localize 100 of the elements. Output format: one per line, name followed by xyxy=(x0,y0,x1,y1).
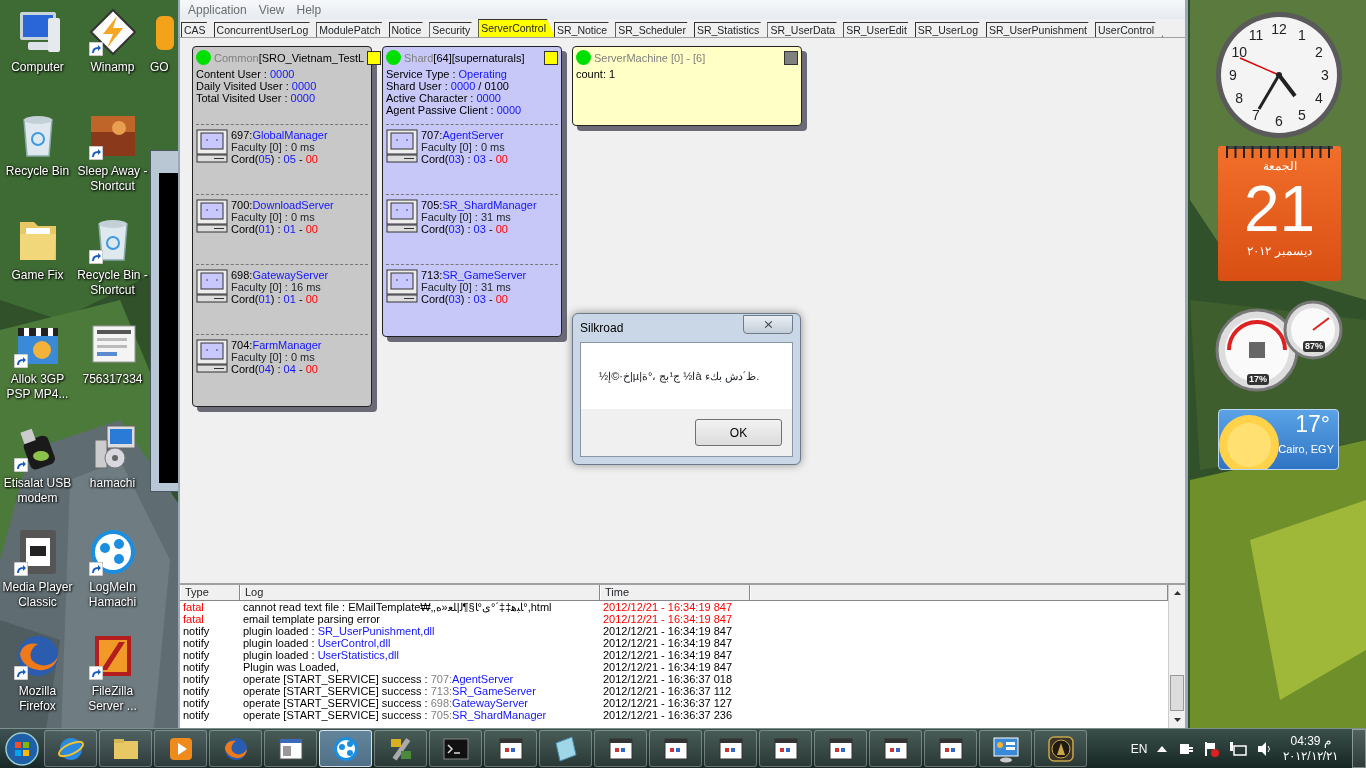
city-name: Cairo, EGY xyxy=(1278,442,1334,456)
clock-numeral: 7 xyxy=(1252,106,1260,123)
icon-label[interactable]: Etisalat USB modem xyxy=(0,476,75,506)
cord-line: Cord(04) : 04 - 00 xyxy=(231,363,319,375)
log-time: 2012/12/21 - 16:34:19 847 xyxy=(602,637,734,649)
icon-label[interactable]: hamachi xyxy=(75,476,150,491)
icon-label[interactable]: Sleep Away - Shortcut xyxy=(75,164,150,194)
log-time: 2012/12/21 - 16:34:19 847 xyxy=(602,625,734,637)
stat-line: Daily Visited User : 0000 xyxy=(196,80,318,92)
close-button[interactable]: ⨯ xyxy=(743,314,793,334)
clock-numeral: 4 xyxy=(1314,90,1323,106)
icon-label[interactable]: Computer xyxy=(0,60,75,75)
log-time: 2012/12/21 - 16:36:37 018 xyxy=(602,673,734,685)
icon-label[interactable]: 756317334 xyxy=(75,372,150,387)
clock-numeral: 6 xyxy=(1275,113,1283,129)
panel-title: Common[SRO_Vietnam_TestL xyxy=(214,51,365,64)
tab[interactable]: UserControl xyxy=(1095,22,1164,37)
log-type: notify xyxy=(182,661,211,673)
server-name: 707:AgentServer xyxy=(421,129,505,141)
icon-label[interactable]: Recycle Bin xyxy=(0,164,75,179)
column-header[interactable]: Time xyxy=(600,585,750,600)
stat-line: Shard User : 0000 / 0100 xyxy=(386,80,510,92)
column-header[interactable]: Log xyxy=(240,585,600,600)
log-message: plugin loaded : SR_UserPunishment,dll xyxy=(242,625,436,637)
server-name: 704:FarmManager xyxy=(231,339,322,351)
log-message: operate [START_SERVICE] success : 713:SR_GameServer xyxy=(242,685,537,697)
log-message: email template parsing error xyxy=(242,613,381,625)
clock-numeral: 3 xyxy=(1321,67,1329,83)
log-type: fatal xyxy=(182,613,205,625)
faculty-line: Faculty [0] : 31 ms xyxy=(421,281,512,293)
column-header[interactable]: Type xyxy=(180,585,240,600)
stat-line: Service Type : Operating xyxy=(386,68,508,80)
icon-label[interactable]: Media Player Classic xyxy=(0,580,75,610)
server-name: 713:SR_GameServer xyxy=(421,269,527,281)
clock-numeral: 12 xyxy=(1271,21,1287,37)
tab[interactable]: SR_Statistics xyxy=(693,22,769,37)
faculty-line: Faculty [0] : 0 ms xyxy=(231,351,316,363)
tab[interactable]: SR_UserData xyxy=(767,22,845,37)
tab[interactable]: Security xyxy=(429,22,480,37)
cord-line: Cord(03) : 03 - 00 xyxy=(421,153,508,165)
server-name: 697:GlobalManager xyxy=(231,129,328,141)
log-type: notify xyxy=(182,637,211,649)
log-type: notify xyxy=(182,649,211,661)
faculty-line: Faculty [0] : 0 ms xyxy=(231,211,316,223)
icon-label[interactable]: Game Fix xyxy=(0,268,75,283)
log-type: notify xyxy=(182,697,211,709)
clock-numeral: 11 xyxy=(1248,27,1264,44)
log-type: notify xyxy=(182,709,211,721)
clock-numeral: 9 xyxy=(1229,67,1237,83)
log-message: operate [START_SERVICE] success : 707:AgentServer xyxy=(242,673,515,685)
clock-numeral: 10 xyxy=(1231,44,1247,60)
icon-label[interactable]: LogMeIn Hamachi xyxy=(75,580,150,610)
clock-numeral: 1 xyxy=(1298,27,1306,44)
tab[interactable]: ConcurrentUserLog xyxy=(213,22,318,37)
tab[interactable]: SR_Notice xyxy=(554,22,617,37)
stat-line: count: 1 xyxy=(576,68,617,80)
log-time: 2012/12/21 - 16:34:19 847 xyxy=(602,601,734,613)
log-time: 2012/12/21 - 16:36:37 127 xyxy=(602,697,734,709)
ok-button[interactable]: OK xyxy=(695,419,782,446)
clock-date[interactable]: ٢٠١٢/١٢/٢١ xyxy=(1283,748,1338,764)
panel-title: Shard[64][supernaturals] xyxy=(404,51,526,64)
tab[interactable]: Notice xyxy=(388,22,431,37)
language-indicator[interactable]: EN xyxy=(1130,739,1148,758)
log-time: 2012/12/21 - 16:34:19 847 xyxy=(602,661,734,673)
faculty-line: Faculty [0] : 0 ms xyxy=(231,141,316,153)
log-message: plugin loaded : UserStatistics,dll xyxy=(242,649,400,661)
faculty-line: Faculty [0] : 16 ms xyxy=(231,281,322,293)
menu-item[interactable]: Application xyxy=(184,0,255,19)
clock-time[interactable]: 04:39 م xyxy=(1290,733,1331,749)
icon-label[interactable]: Mozilla Firefox xyxy=(0,684,75,714)
server-name: 700:DownloadServer xyxy=(231,199,334,211)
icon-label[interactable]: Winamp xyxy=(75,60,150,75)
stat-line: Content User : 0000 xyxy=(196,68,296,80)
log-type: notify xyxy=(182,685,211,697)
icon-label[interactable]: Recycle Bin - Shortcut xyxy=(75,268,150,298)
cord-line: Cord(03) : 03 - 00 xyxy=(421,223,509,235)
menu-item[interactable]: View xyxy=(254,0,293,19)
log-time: 2012/12/21 - 16:34:19 847 xyxy=(602,613,734,625)
clock-numeral: 8 xyxy=(1235,90,1244,106)
log-time: 2012/12/21 - 16:34:19 847 xyxy=(602,649,734,661)
day-number: 21 xyxy=(1243,174,1316,244)
menu-item[interactable]: Help xyxy=(292,0,330,19)
stat-line: Total Visited User : 0000 xyxy=(196,92,317,104)
icon-label[interactable]: FileZilla Server ... xyxy=(75,684,150,714)
cpu-reading: 17% xyxy=(1247,374,1269,385)
dialog-title: Silkroad xyxy=(580,320,624,337)
icon-label[interactable]: Allok 3GP PSP MP4... xyxy=(0,372,75,402)
memory-reading: 87% xyxy=(1303,341,1325,352)
cord-line: Cord(05) : 05 - 00 xyxy=(231,153,319,165)
dialog-message: ½خ·©إ|µ|ا½ ج¹بج ،°ةà ظ´دش بكء. xyxy=(599,368,760,385)
tab[interactable]: ServerControl xyxy=(478,19,555,37)
log-message: operate [START_SERVICE] success : 698:GatewayServer xyxy=(242,697,529,709)
month-year: ديسمبر ٢٠١٢ xyxy=(1247,244,1312,258)
stat-line: Active Character : 0000 xyxy=(386,92,502,104)
server-name: 705:SR_ShardManager xyxy=(421,199,537,211)
icon-label[interactable]: GO xyxy=(150,60,169,75)
log-message: Plugin was Loaded, xyxy=(242,661,340,673)
server-name: 698:GatewayServer xyxy=(231,269,329,281)
panel-title: ServerMachine [0] - [6] xyxy=(594,51,707,64)
log-type: notify xyxy=(182,673,211,685)
